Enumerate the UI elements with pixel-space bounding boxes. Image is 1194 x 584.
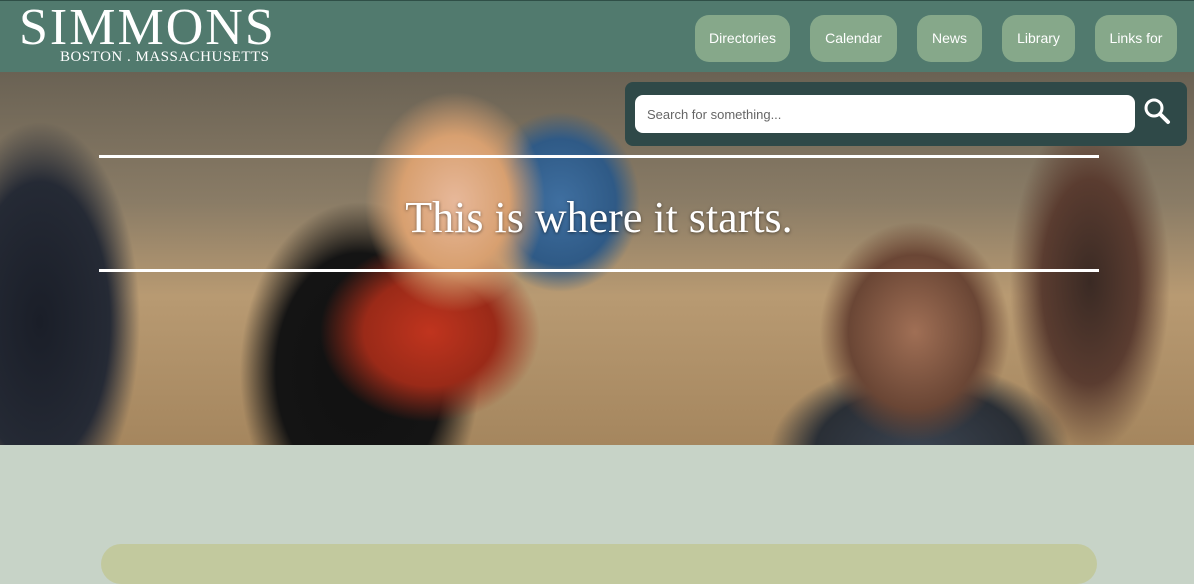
search-icon[interactable] [1142,96,1172,126]
nav-calendar-button[interactable]: Calendar [810,15,897,62]
nav-directories-button[interactable]: Directories [695,15,790,62]
nav-news-button[interactable]: News [917,15,982,62]
hero-top-divider [99,155,1099,158]
search-input[interactable] [635,95,1135,133]
logo-subtitle: BOSTON . MASSACHUSETTS [60,49,270,65]
site-header: SIMMONS BOSTON . MASSACHUSETTS Directori… [0,0,1194,72]
hero-tagline: This is where it starts. [405,193,793,242]
logo-title[interactable]: SIMMONS [19,2,276,54]
nav-library-button[interactable]: Library [1002,15,1075,62]
content-card [101,544,1097,584]
hero-bottom-divider [99,269,1099,272]
nav-links-for-button[interactable]: Links for [1095,15,1177,62]
search-panel [625,82,1187,146]
